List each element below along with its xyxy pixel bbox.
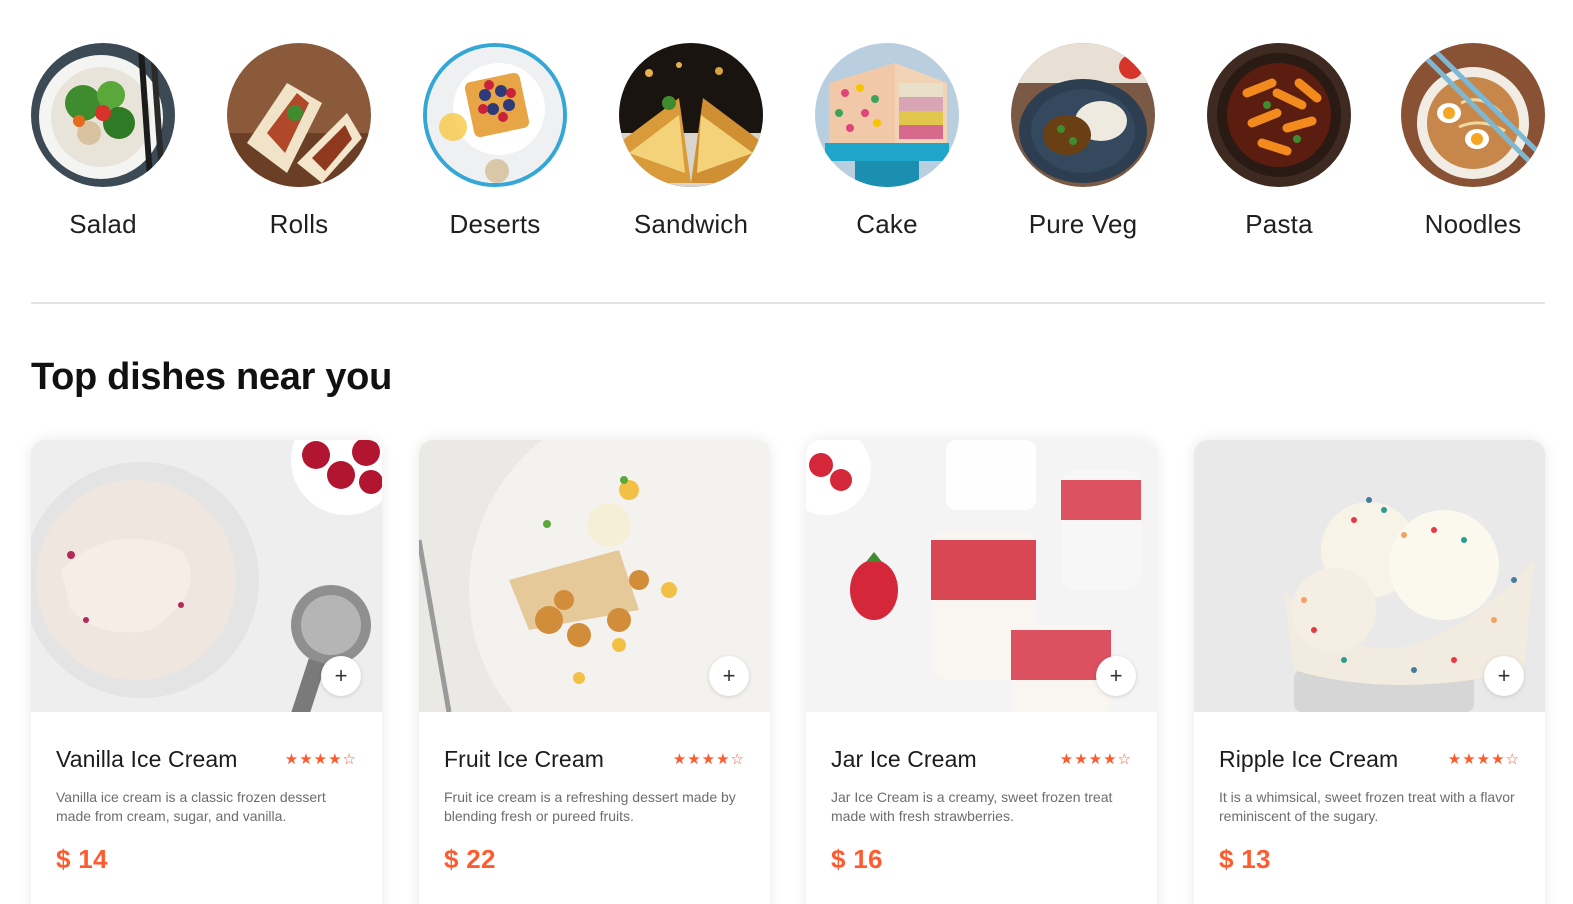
dish-price: $ 13: [1219, 844, 1271, 874]
pasta-image: [1207, 43, 1351, 187]
dish-image: +: [806, 440, 1157, 712]
pure-veg-image: [1011, 43, 1155, 187]
dish-card[interactable]: + Fruit Ice Cream ★★★★☆ Fruit ice cream …: [419, 440, 770, 904]
category-label: Pure Veg: [1028, 209, 1138, 239]
salad-image: [31, 43, 175, 187]
category-label: Deserts: [449, 209, 541, 239]
category-cake[interactable]: Cake: [815, 43, 959, 240]
rating-stars-icon: ★★★★☆: [1059, 751, 1132, 768]
category-noodles[interactable]: Noodles: [1401, 43, 1545, 240]
deserts-image: [423, 43, 567, 187]
dish-name: Vanilla Ice Cream: [56, 745, 238, 772]
rolls-image: [227, 43, 371, 187]
category-list: Salad Rolls Deserts Sandwich Cake Pure V…: [31, 43, 1545, 243]
dish-price: $ 16: [831, 844, 883, 874]
category-sandwich[interactable]: Sandwich: [619, 43, 763, 240]
add-to-cart-button[interactable]: +: [1484, 656, 1524, 696]
category-label: Pasta: [1245, 209, 1313, 239]
add-to-cart-button[interactable]: +: [1096, 656, 1136, 696]
dish-description: Fruit ice cream is a refreshing dessert …: [444, 789, 736, 824]
dish-name: Jar Ice Cream: [831, 745, 977, 772]
add-to-cart-button[interactable]: +: [321, 656, 361, 696]
rating-stars-icon: ★★★★☆: [284, 751, 357, 768]
dish-image: +: [1194, 440, 1545, 712]
dish-name: Ripple Ice Cream: [1219, 745, 1399, 772]
sandwich-image: [619, 43, 763, 187]
dish-price: $ 22: [444, 844, 496, 874]
dish-list: + Vanilla Ice Cream ★★★★☆ Vanilla ice cr…: [31, 440, 1545, 904]
rating-stars-icon: ★★★★☆: [1447, 751, 1520, 768]
section-title: Top dishes near you: [31, 356, 392, 398]
divider: [31, 302, 1545, 304]
category-label: Salad: [69, 209, 137, 239]
rating-stars-icon: ★★★★☆: [672, 751, 745, 768]
dish-image: +: [31, 440, 382, 712]
dish-card[interactable]: + Ripple Ice Cream ★★★★☆ It is a whimsic…: [1194, 440, 1545, 904]
dish-card[interactable]: + Vanilla Ice Cream ★★★★☆ Vanilla ice cr…: [31, 440, 382, 904]
dish-image: +: [419, 440, 770, 712]
category-pasta[interactable]: Pasta: [1207, 43, 1351, 240]
cake-image: [815, 43, 959, 187]
noodles-image: [1401, 43, 1545, 187]
category-label: Cake: [856, 209, 918, 239]
dish-card[interactable]: + Jar Ice Cream ★★★★☆ Jar Ice Cream is a…: [806, 440, 1157, 904]
add-to-cart-button[interactable]: +: [709, 656, 749, 696]
category-deserts[interactable]: Deserts: [423, 43, 567, 240]
category-rolls[interactable]: Rolls: [227, 43, 371, 240]
dish-description: Vanilla ice cream is a classic frozen de…: [56, 789, 326, 824]
category-salad[interactable]: Salad: [31, 43, 175, 240]
category-label: Noodles: [1424, 209, 1522, 239]
category-label: Rolls: [269, 209, 329, 239]
dish-description: It is a whimsical, sweet frozen treat wi…: [1219, 789, 1515, 824]
dish-name: Fruit Ice Cream: [444, 745, 604, 772]
dish-description: Jar Ice Cream is a creamy, sweet frozen …: [831, 789, 1113, 824]
category-label: Sandwich: [633, 209, 749, 239]
dish-price: $ 14: [56, 844, 108, 874]
category-pure-veg[interactable]: Pure Veg: [1011, 43, 1155, 240]
